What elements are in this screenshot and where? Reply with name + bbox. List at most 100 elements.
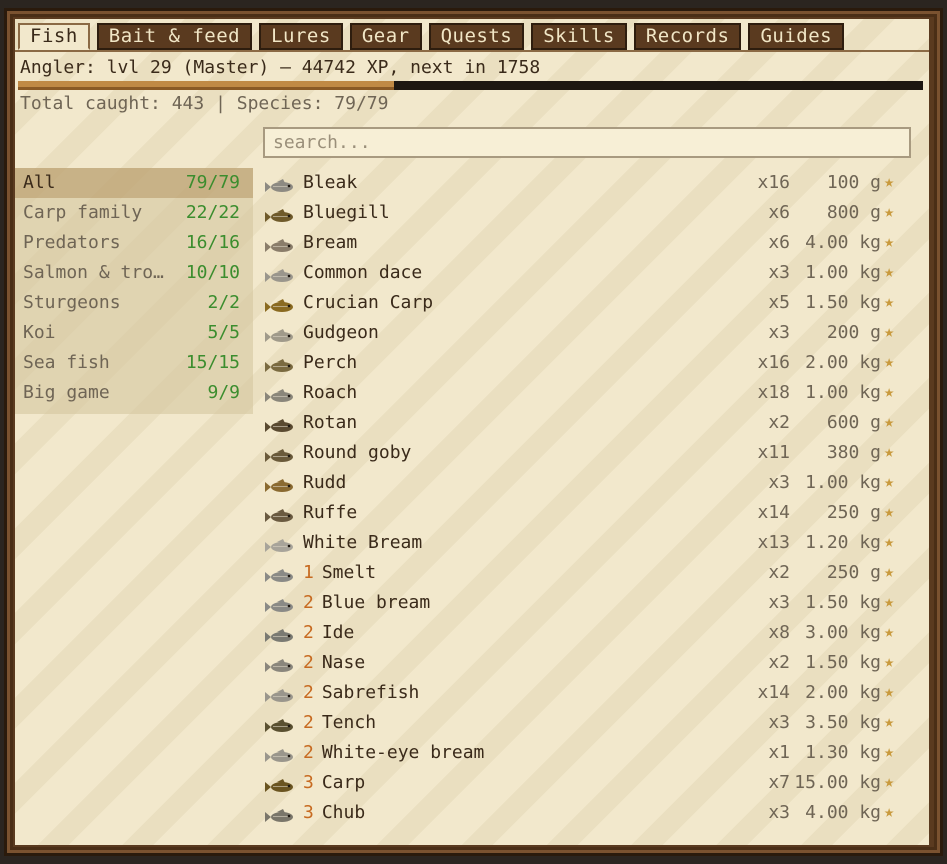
fish-count: x16 [757, 352, 790, 373]
category-koi[interactable]: Koi 5/5 [15, 318, 253, 348]
category-name: Koi [23, 322, 56, 343]
category-salmon-trout[interactable]: Salmon & trout 10/10 [15, 258, 253, 288]
category-sturgeons[interactable]: Sturgeons 2/2 [15, 288, 253, 318]
fish-name-text: Smelt [321, 562, 377, 583]
fish-row[interactable]: Crucian Carp x5 1.50 kg ★ [265, 288, 905, 318]
star-icon: ★ [884, 652, 895, 672]
fish-count: x3 [768, 802, 790, 823]
fish-count: x3 [768, 712, 790, 733]
category-carp-family[interactable]: Carp family 22/22 [15, 198, 253, 228]
fish-row[interactable]: Common dace x3 1.00 kg ★ [265, 258, 905, 288]
fish-name: Round goby [303, 438, 411, 468]
fish-name: Perch [303, 348, 357, 378]
fish-record-weight: 4.00 kg [805, 232, 881, 253]
tab-fish[interactable]: Fish [18, 23, 90, 50]
chub-icon [265, 805, 297, 822]
fish-name-text: Rudd [303, 472, 347, 493]
xp-progress-bar [18, 81, 923, 90]
fish-journal-panel: Fish Bait & feed Lures Gear Quests Skills Reco… [15, 19, 929, 845]
fish-name: 2 Ide [303, 618, 354, 648]
ruffe-icon [265, 505, 297, 522]
tab-records[interactable]: Records [633, 23, 742, 50]
fish-record-weight: 1.00 kg [805, 382, 881, 403]
fish-row[interactable]: 3 Carp x7 15.00 kg ★ [265, 768, 905, 798]
fish-record-weight: 380 g [826, 442, 881, 463]
fish-count: x7 [768, 772, 790, 793]
tab-lures[interactable]: Lures [259, 23, 343, 50]
category-big-game[interactable]: Big game 9/9 [15, 378, 253, 408]
category-count: 2/2 [207, 292, 240, 313]
smelt-icon [265, 565, 297, 582]
fish-row[interactable]: 2 Nase x2 1.50 kg ★ [265, 648, 905, 678]
star-icon: ★ [884, 412, 895, 432]
blue-bream-icon [265, 595, 297, 612]
fish-name: 2 Nase [303, 648, 365, 678]
category-sea-fish[interactable]: Sea fish 15/15 [15, 348, 253, 378]
fish-count: x14 [757, 682, 790, 703]
tab-gear[interactable]: Gear [349, 23, 422, 50]
category-all[interactable]: All 79/79 [15, 168, 253, 198]
fish-row[interactable]: Gudgeon x3 200 g ★ [265, 318, 905, 348]
fish-tier: 2 [303, 712, 314, 733]
fish-row[interactable]: Bream x6 4.00 kg ★ [265, 228, 905, 258]
fish-row[interactable]: 3 Chub x3 4.00 kg ★ [265, 798, 905, 828]
fish-record-weight: 1.50 kg [805, 652, 881, 673]
fish-record-weight: 250 g [826, 502, 881, 523]
fish-row[interactable]: Rotan x2 600 g ★ [265, 408, 905, 438]
fish-name-text: Round goby [303, 442, 412, 463]
category-name: Sea fish [23, 352, 110, 373]
roach-icon [265, 385, 297, 402]
fish-row[interactable]: 2 Sabrefish x14 2.00 kg ★ [265, 678, 905, 708]
fish-count: x11 [757, 442, 790, 463]
angler-level-text: Angler: lvl 29 (Master) — 44742 XP, next… [20, 57, 541, 78]
fish-record-weight: 1.30 kg [805, 742, 881, 763]
search-input[interactable]: search... [263, 127, 911, 158]
tab-bait-feed[interactable]: Bait & feed [96, 23, 253, 50]
fish-name: 3 Chub [303, 798, 365, 828]
fish-count: x5 [768, 292, 790, 313]
fish-name: Bream [303, 228, 357, 258]
fish-row[interactable]: Round goby x11 380 g ★ [265, 438, 905, 468]
tab-skills[interactable]: Skills [531, 23, 627, 50]
fish-row[interactable]: 1 Smelt x2 250 g ★ [265, 558, 905, 588]
fish-tier: 2 [303, 592, 314, 613]
fish-record-weight: 200 g [826, 322, 881, 343]
star-icon: ★ [884, 262, 895, 282]
fish-tier: 3 [303, 802, 314, 823]
fish-row[interactable]: Roach x18 1.00 kg ★ [265, 378, 905, 408]
category-name: Salmon & trout [23, 262, 168, 283]
fish-name-text: Ruffe [303, 502, 358, 523]
fish-row[interactable]: 2 Blue bream x3 1.50 kg ★ [265, 588, 905, 618]
tab-guides[interactable]: Guides [748, 23, 845, 50]
fish-count: x14 [757, 502, 790, 523]
fish-count: x2 [768, 652, 790, 673]
fish-name: White Bream [303, 528, 422, 558]
star-icon: ★ [884, 382, 895, 402]
fish-name-text: Common dace [303, 262, 423, 283]
bluegill-icon [265, 205, 297, 222]
fish-record-weight: 2.00 kg [805, 682, 881, 703]
fish-row[interactable]: Bluegill x6 800 g ★ [265, 198, 905, 228]
category-predators[interactable]: Predators 16/16 [15, 228, 253, 258]
tab-quests[interactable]: Quests [428, 23, 525, 50]
fish-row[interactable]: White Bream x13 1.20 kg ★ [265, 528, 905, 558]
search-placeholder: search... [273, 132, 371, 153]
category-name: Predators [23, 232, 121, 253]
fish-name: 2 Sabrefish [303, 678, 419, 708]
fish-row[interactable]: 2 Tench x3 3.50 kg ★ [265, 708, 905, 738]
fish-record-weight: 800 g [826, 202, 881, 223]
fish-row[interactable]: Perch x16 2.00 kg ★ [265, 348, 905, 378]
fish-row[interactable]: Rudd x3 1.00 kg ★ [265, 468, 905, 498]
fish-row[interactable]: 2 Ide x8 3.00 kg ★ [265, 618, 905, 648]
fish-count: x3 [768, 262, 790, 283]
carp-icon [265, 775, 297, 792]
fish-row[interactable]: Ruffe x14 250 g ★ [265, 498, 905, 528]
fish-count: x2 [768, 412, 790, 433]
category-name: Carp family [23, 202, 143, 223]
category-count: 15/15 [185, 352, 240, 373]
fish-row[interactable]: 2 White-eye bream x1 1.30 kg ★ [265, 738, 905, 768]
fish-record-weight: 3.00 kg [805, 622, 881, 643]
rotan-icon [265, 415, 297, 432]
fish-record-weight: 100 g [826, 172, 881, 193]
fish-row[interactable]: Bleak x16 100 g ★ [265, 168, 905, 198]
